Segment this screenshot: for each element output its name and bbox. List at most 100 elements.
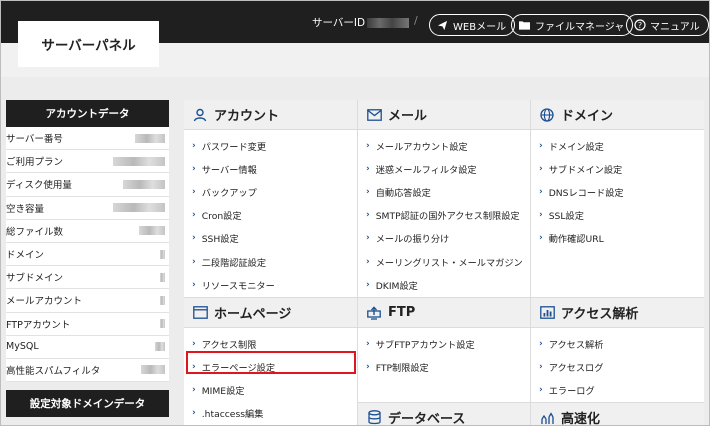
link-smtp-restriction[interactable]: › SMTP認証の国外アクセス制限設定 — [358, 204, 530, 227]
chevron-right-icon: › — [192, 338, 196, 349]
user-icon — [192, 107, 208, 123]
redacted-value — [160, 319, 165, 329]
redacted-value — [135, 133, 165, 143]
link-ssl[interactable]: › SSL設定 — [531, 204, 704, 227]
redacted-value — [139, 226, 165, 236]
link-dns-record[interactable]: › DNSレコード設定 — [531, 180, 704, 203]
file-manager-button[interactable]: ファイルマネージャ — [511, 14, 634, 36]
chevron-right-icon: › — [192, 233, 196, 244]
highlight-box — [186, 351, 356, 374]
chevron-right-icon: › — [366, 163, 370, 174]
section-ftp-title: FTP — [358, 298, 530, 328]
chevron-right-icon: › — [539, 233, 543, 244]
section-analytics-title: アクセス解析 — [531, 298, 704, 328]
svg-text:?: ? — [637, 21, 641, 30]
link-mime[interactable]: › MIME設定 — [184, 378, 357, 401]
chevron-right-icon: › — [539, 140, 543, 151]
section-analytics: アクセス解析 › アクセス解析 › アクセスログ › エラーログ — [531, 297, 704, 402]
link-htaccess[interactable]: › .htaccess編集 — [184, 402, 357, 425]
upload-monitor-icon — [366, 305, 382, 321]
server-panel-window: サーバーID / WEBメール ファイルマネージャ ? マニュアル サーバーパネ… — [0, 0, 710, 426]
redacted-value — [160, 249, 165, 259]
section-database-title: データベース — [358, 403, 530, 426]
link-subdomain[interactable]: › サブドメイン設定 — [531, 157, 704, 180]
sidebar-row: 高性能スパムフィルタ — [6, 358, 169, 383]
link-access-analytics[interactable]: › アクセス解析 — [531, 332, 704, 355]
link-backup[interactable]: › バックアップ — [184, 180, 357, 203]
manual-label: マニュアル — [650, 21, 700, 33]
account-data-sidebar: アカウントデータ サーバー番号 ご利用プラン ディスク使用量 空き容量 総ファイ… — [6, 100, 169, 418]
bar-chart-icon — [539, 305, 555, 321]
chevron-right-icon: › — [192, 140, 196, 151]
chevron-right-icon: › — [192, 186, 196, 197]
redacted-value — [160, 272, 165, 282]
section-domain-title: ドメイン — [531, 100, 704, 130]
sidebar-row: 総ファイル数 — [6, 219, 169, 243]
envelope-icon — [366, 107, 382, 123]
redacted-value — [141, 365, 165, 375]
folder-icon — [518, 19, 531, 32]
section-mail-title: メール — [358, 100, 530, 130]
database-icon — [366, 410, 382, 426]
chevron-right-icon: › — [539, 361, 543, 372]
redacted-value — [155, 342, 165, 352]
chevron-right-icon: › — [366, 361, 370, 372]
sidebar-row: FTPアカウント — [6, 312, 169, 336]
link-cron[interactable]: › Cron設定 — [184, 204, 357, 227]
section-database: データベース — [358, 402, 530, 426]
logo[interactable]: サーバーパネル — [18, 21, 159, 67]
webmail-label: WEBメール — [453, 21, 507, 33]
paper-plane-icon — [436, 19, 449, 32]
browser-window-icon — [192, 305, 208, 321]
link-access-log[interactable]: › アクセスログ — [531, 355, 704, 378]
link-server-info[interactable]: › サーバー情報 — [184, 157, 357, 180]
link-domain-settings[interactable]: › ドメイン設定 — [531, 134, 704, 157]
link-dkim[interactable]: › DKIM設定 — [358, 273, 530, 296]
chevron-right-icon: › — [539, 210, 543, 221]
sidebar-row: ディスク使用量 — [6, 173, 169, 197]
server-id-value-redacted — [367, 17, 410, 28]
chevron-right-icon: › — [192, 163, 196, 174]
domain-data-title: 設定対象ドメインデータ — [6, 390, 169, 418]
webmail-button[interactable]: WEBメール — [429, 14, 516, 36]
link-password-change[interactable]: › パスワード変更 — [184, 134, 357, 157]
link-spam-filter[interactable]: › 迷惑メールフィルタ設定 — [358, 157, 530, 180]
chevron-right-icon: › — [366, 338, 370, 349]
section-ftp: FTP › サブFTPアカウント設定 › FTP制限設定 — [358, 297, 530, 379]
speed-icon — [539, 410, 555, 426]
chevron-right-icon: › — [192, 408, 196, 419]
file-manager-label: ファイルマネージャ — [535, 21, 625, 33]
chevron-right-icon: › — [192, 384, 196, 395]
link-auto-reply[interactable]: › 自動応答設定 — [358, 180, 530, 203]
link-mail-account[interactable]: › メールアカウント設定 — [358, 134, 530, 157]
link-resource-monitor[interactable]: › リソースモニター — [184, 273, 357, 296]
section-mail: メール › メールアカウント設定 › 迷惑メールフィルタ設定 › 自動応答設定 › SM… — [358, 100, 530, 297]
link-ssh[interactable]: › SSH設定 — [184, 227, 357, 250]
sidebar-row: サブドメイン — [6, 266, 169, 290]
link-error-log[interactable]: › エラーログ — [531, 378, 704, 401]
sidebar-row: サーバー番号 — [6, 127, 169, 151]
chevron-right-icon: › — [539, 186, 543, 197]
redacted-value — [113, 203, 165, 213]
sidebar-row: ご利用プラン — [6, 150, 169, 174]
sidebar-row: MySQL — [6, 335, 169, 359]
link-2fa[interactable]: › 二段階認証設定 — [184, 250, 357, 273]
chevron-right-icon: › — [539, 163, 543, 174]
chevron-right-icon: › — [366, 256, 370, 267]
link-ftp-restriction[interactable]: › FTP制限設定 — [358, 355, 530, 378]
chevron-right-icon: › — [366, 279, 370, 290]
menu-grid: アカウント › パスワード変更 › サーバー情報 › バックアップ › Cron設定 ›… — [184, 100, 704, 426]
chevron-right-icon: › — [192, 210, 196, 221]
redacted-value — [160, 295, 165, 305]
sidebar-row: 空き容量 — [6, 196, 169, 220]
server-id-label: サーバーID — [312, 17, 366, 29]
sidebar-row: ドメイン — [6, 242, 169, 267]
link-mail-sorting[interactable]: › メールの振り分け — [358, 227, 530, 250]
link-mailing-list[interactable]: › メーリングリスト・メールマガジン — [358, 250, 530, 273]
link-test-url[interactable]: › 動作確認URL — [531, 227, 704, 250]
manual-button[interactable]: ? マニュアル — [626, 14, 709, 36]
chevron-right-icon: › — [366, 233, 370, 244]
section-account: アカウント › パスワード変更 › サーバー情報 › バックアップ › Cron設定 ›… — [184, 100, 357, 297]
link-sub-ftp-account[interactable]: › サブFTPアカウント設定 — [358, 332, 530, 355]
chevron-right-icon: › — [366, 210, 370, 221]
